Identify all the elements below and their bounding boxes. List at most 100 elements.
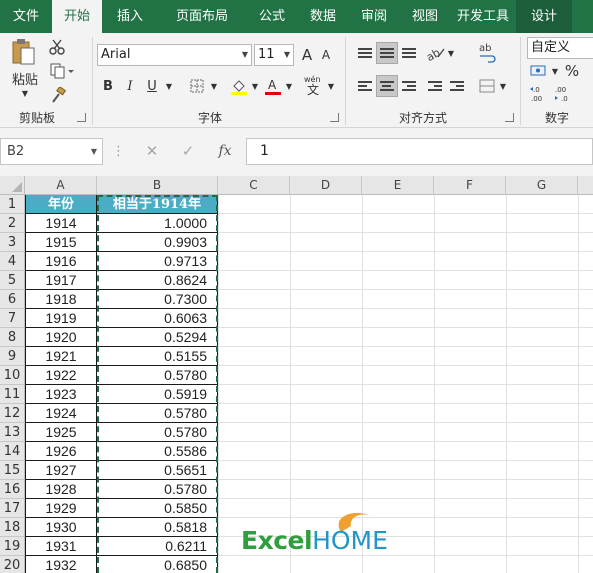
tab-developer[interactable]: 开发工具 <box>450 0 516 33</box>
row-header[interactable]: 19 <box>0 537 25 556</box>
cell-year[interactable]: 1917 <box>25 271 97 290</box>
cell-year[interactable]: 1918 <box>25 290 97 309</box>
increase-indent-icon[interactable] <box>446 75 468 97</box>
tab-formulas[interactable]: 公式 <box>246 0 298 33</box>
border-icon[interactable] <box>186 76 208 96</box>
cell-year[interactable]: 1929 <box>25 499 97 518</box>
cell-year[interactable]: 1927 <box>25 461 97 480</box>
cell-ratio[interactable]: 0.9713 <box>97 252 218 271</box>
cell-year[interactable]: 1928 <box>25 480 97 499</box>
align-center-icon[interactable] <box>376 75 398 97</box>
currency-icon[interactable] <box>528 61 550 81</box>
row-header[interactable]: 20 <box>0 556 25 573</box>
cell-year[interactable]: 1931 <box>25 537 97 556</box>
alignment-launcher-icon[interactable] <box>505 113 514 122</box>
row-header[interactable]: 6 <box>0 290 25 309</box>
row-header[interactable]: 3 <box>0 233 25 252</box>
cell-ratio[interactable]: 0.7300 <box>97 290 218 309</box>
row-header[interactable]: 1 <box>0 195 25 214</box>
fill-color-icon[interactable] <box>228 75 250 97</box>
worksheet-grid[interactable]: A B C D E F G 1 2 3 4 5 6 7 8 9 10 11 12 13 14 15 16 17 1… <box>0 176 593 573</box>
tab-file[interactable]: 文件 <box>0 0 52 33</box>
column-header-d[interactable]: D <box>290 176 362 195</box>
column-header-b[interactable]: B <box>97 176 218 195</box>
cell-ratio[interactable]: 0.5780 <box>97 404 218 423</box>
cell-ratio[interactable]: 1.0000 <box>97 214 218 233</box>
grow-font-button[interactable]: A <box>298 44 316 66</box>
phonetic-icon[interactable]: wén 文 <box>303 73 325 97</box>
select-all-corner[interactable] <box>0 176 25 195</box>
format-painter-icon[interactable] <box>48 86 68 104</box>
cell-ratio[interactable]: 0.5155 <box>97 347 218 366</box>
cell-ratio[interactable]: 0.6063 <box>97 309 218 328</box>
cell-year[interactable]: 1932 <box>25 556 97 573</box>
column-header-e[interactable]: E <box>362 176 434 195</box>
font-color-dropdown-icon[interactable]: ▼ <box>283 76 295 96</box>
phonetic-dropdown-icon[interactable]: ▼ <box>325 76 337 96</box>
align-top-icon[interactable] <box>354 42 376 64</box>
orientation-dropdown-icon[interactable]: ▼ <box>446 42 456 64</box>
cancel-icon[interactable]: ✕ <box>140 138 164 165</box>
font-launcher-icon[interactable] <box>330 113 339 122</box>
formula-input[interactable]: 1 <box>246 138 593 165</box>
row-header[interactable]: 18 <box>0 518 25 537</box>
row-header[interactable]: 8 <box>0 328 25 347</box>
column-header-h[interactable] <box>578 176 593 195</box>
cell-year[interactable]: 1925 <box>25 423 97 442</box>
cell-ratio[interactable]: 0.5780 <box>97 366 218 385</box>
cell-year[interactable]: 1926 <box>25 442 97 461</box>
fill-color-dropdown-icon[interactable]: ▼ <box>249 76 261 96</box>
cell-ratio[interactable]: 0.8624 <box>97 271 218 290</box>
cell-year[interactable]: 1914 <box>25 214 97 233</box>
cell-ratio[interactable]: 0.5294 <box>97 328 218 347</box>
cell-ratio[interactable]: 0.5586 <box>97 442 218 461</box>
font-color-icon[interactable]: A <box>263 75 283 97</box>
paste-dropdown-icon[interactable]: ▼ <box>18 88 32 98</box>
header-cell-year[interactable]: 年份 <box>25 195 97 214</box>
copy-icon[interactable] <box>48 62 76 80</box>
underline-button[interactable]: U <box>143 76 161 96</box>
cell-year[interactable]: 1921 <box>25 347 97 366</box>
orientation-icon[interactable]: ab <box>424 42 448 64</box>
merge-dropdown-icon[interactable]: ▼ <box>498 75 508 97</box>
row-header[interactable]: 4 <box>0 252 25 271</box>
cut-icon[interactable] <box>48 38 66 56</box>
align-right-icon[interactable] <box>398 75 420 97</box>
column-header-a[interactable]: A <box>25 176 97 195</box>
bold-button[interactable]: B <box>99 76 117 96</box>
cell-year[interactable]: 1915 <box>25 233 97 252</box>
tab-view[interactable]: 视图 <box>400 0 450 33</box>
cell-ratio[interactable]: 0.5850 <box>97 499 218 518</box>
paste-icon[interactable] <box>8 37 38 67</box>
merge-center-icon[interactable] <box>476 75 498 97</box>
column-header-c[interactable]: C <box>218 176 290 195</box>
cell-year[interactable]: 1919 <box>25 309 97 328</box>
tab-data[interactable]: 数据 <box>298 0 348 33</box>
align-left-icon[interactable] <box>354 75 376 97</box>
cell-ratio[interactable]: 0.5780 <box>97 480 218 499</box>
cell-ratio[interactable]: 0.6850 <box>97 556 218 573</box>
number-format-select[interactable]: 自定义 <box>527 37 593 59</box>
align-bottom-icon[interactable] <box>398 42 420 64</box>
enter-icon[interactable]: ✓ <box>176 138 200 165</box>
cell-year[interactable]: 1920 <box>25 328 97 347</box>
row-header[interactable]: 10 <box>0 366 25 385</box>
font-size-select[interactable]: 11 ▼ <box>254 44 294 66</box>
cell-ratio[interactable]: 0.6211 <box>97 537 218 556</box>
tab-insert[interactable]: 插入 <box>102 0 158 33</box>
row-header[interactable]: 7 <box>0 309 25 328</box>
underline-dropdown-icon[interactable]: ▼ <box>163 76 175 96</box>
italic-button[interactable]: I <box>121 76 139 96</box>
cell-ratio[interactable]: 0.9903 <box>97 233 218 252</box>
wrap-text-icon[interactable]: ab <box>476 40 498 66</box>
increase-decimal-icon[interactable]: .0.00 <box>528 83 550 105</box>
cell-year[interactable]: 1930 <box>25 518 97 537</box>
row-header[interactable]: 15 <box>0 461 25 480</box>
decrease-decimal-icon[interactable]: .00.0 <box>552 83 574 105</box>
more-options-icon[interactable]: ⋮ <box>112 138 125 165</box>
header-cell-ratio[interactable]: 相当于1914年 <box>97 195 218 214</box>
row-header[interactable]: 16 <box>0 480 25 499</box>
tab-design[interactable]: 设计 <box>516 0 572 33</box>
row-header[interactable]: 12 <box>0 404 25 423</box>
tab-home[interactable]: 开始 <box>52 0 102 33</box>
